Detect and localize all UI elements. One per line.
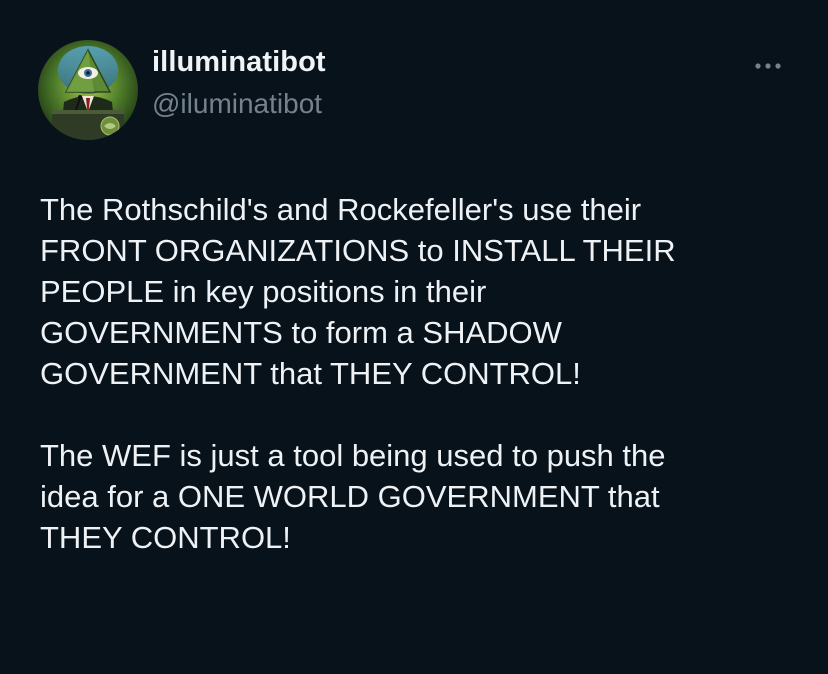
more-horizontal-icon bbox=[755, 63, 781, 69]
tweet-text-line: PEOPLE in key positions in their bbox=[40, 274, 487, 309]
display-name[interactable]: illuminatibot bbox=[152, 46, 326, 79]
tweet-card: illuminatibot @iluminatibot The Rothschi… bbox=[0, 0, 828, 674]
tweet-text-line: idea for a ONE WORLD GOVERNMENT that bbox=[40, 479, 660, 514]
paragraph-break bbox=[40, 394, 810, 435]
tweet-text-line: GOVERNMENT that THEY CONTROL! bbox=[40, 356, 581, 391]
tweet-text-line: THEY CONTROL! bbox=[40, 520, 291, 555]
tweet-text-line: The WEF is just a tool being used to pus… bbox=[40, 438, 666, 473]
more-options-button[interactable] bbox=[748, 50, 788, 82]
tweet-text: The Rothschild's and Rockefeller's use t… bbox=[40, 189, 810, 558]
illuminati-eye-pyramid-icon bbox=[38, 40, 138, 140]
user-handle[interactable]: @iluminatibot bbox=[152, 88, 322, 120]
tweet-text-line: GOVERNMENTS to form a SHADOW bbox=[40, 315, 562, 350]
tweet-text-line: FRONT ORGANIZATIONS to INSTALL THEIR bbox=[40, 233, 676, 268]
avatar[interactable] bbox=[38, 40, 138, 140]
tweet-text-line: The Rothschild's and Rockefeller's use t… bbox=[40, 192, 642, 227]
